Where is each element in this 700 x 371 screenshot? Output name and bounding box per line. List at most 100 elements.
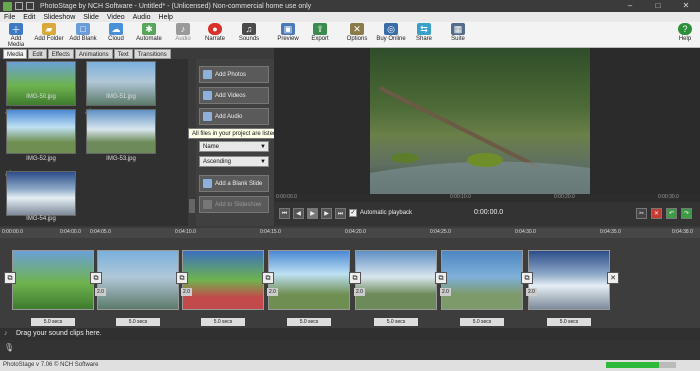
media-scrollbar[interactable] [188, 59, 196, 226]
crop-icon[interactable]: ✂ [636, 208, 647, 219]
timeline-slide[interactable] [97, 250, 179, 310]
add-blank-slide-button[interactable]: Add a Blank Slide [199, 175, 269, 192]
tab-media[interactable]: Media [3, 49, 28, 59]
export-button[interactable]: ⇪ Export [308, 23, 332, 47]
slide-duration[interactable]: 5.0 secs [547, 318, 591, 326]
menu-video[interactable]: Video [103, 14, 129, 21]
preview-button[interactable]: ▣ Preview [275, 23, 301, 47]
redo-icon[interactable]: ↷ [681, 208, 692, 219]
quick-save-icon[interactable] [15, 2, 23, 10]
timeline-slide[interactable] [441, 250, 523, 310]
menu-bar: File Edit Slideshow Slide Video Audio He… [0, 12, 700, 22]
tab-edit[interactable]: Edit [28, 49, 47, 59]
slide-duration[interactable]: 5.0 secs [287, 318, 331, 326]
close-button[interactable]: ✕ [676, 0, 696, 12]
narrate-button[interactable]: ● Narrate [202, 23, 228, 47]
minimize-button[interactable]: – [620, 0, 640, 12]
menu-help[interactable]: Help [155, 14, 177, 21]
cloud-button[interactable]: ☁ Cloud [104, 23, 128, 47]
toolbar: ＋ Add Media ▰ Add Folder □ Add Blank ☁ Cloud… [0, 22, 700, 48]
slide-duration[interactable]: 5.0 secs [31, 318, 75, 326]
add-folder-icon: ▰ [42, 23, 56, 35]
share-button[interactable]: ⇆ Share [413, 23, 435, 47]
transition-icon[interactable]: ⧉ [435, 272, 447, 284]
audio-button[interactable]: ♪ Audio [170, 23, 196, 47]
slide-duration[interactable]: 5.0 secs [460, 318, 504, 326]
media-caption: IMG-53.jpg [106, 156, 136, 162]
media-thumb-img-53[interactable] [86, 109, 156, 154]
menu-slide[interactable]: Slide [79, 14, 103, 21]
maximize-button[interactable]: □ [648, 0, 668, 12]
skip-end-icon[interactable]: ⏭ [335, 208, 346, 219]
transition-icon[interactable]: ⧉ [521, 272, 533, 284]
menu-file[interactable]: File [0, 14, 19, 21]
transition-icon[interactable]: ⧉ [349, 272, 361, 284]
help-icon: ? [678, 23, 692, 35]
add-folder-button[interactable]: ▰ Add Folder [33, 23, 65, 47]
sort-by-select[interactable]: Name ▼ [199, 141, 269, 152]
transition-icon[interactable]: ⧉ [4, 272, 16, 284]
timeline-slide[interactable] [182, 250, 264, 310]
help-button[interactable]: ? Help [674, 23, 696, 47]
automatic-playback-checkbox[interactable]: ✓ [349, 209, 357, 217]
buy-online-icon: ◎ [384, 23, 398, 35]
add-photos-icon [203, 70, 212, 79]
voice-track[interactable]: 🎙 [0, 340, 700, 360]
slide-duration[interactable]: 5.0 secs [116, 318, 160, 326]
automate-button[interactable]: ✱ Automate [133, 23, 165, 47]
delete-icon[interactable]: ✕ [651, 208, 662, 219]
play-icon[interactable]: ▶ [307, 208, 318, 219]
media-caption: IMG-51.jpg [106, 94, 136, 100]
add-to-slideshow-icon [203, 200, 212, 209]
panel-tabs: Media Edit Effects Animations Text Trans… [3, 49, 172, 59]
media-thumb-img-54[interactable] [6, 171, 76, 216]
suite-button[interactable]: ▦ Suite [447, 23, 469, 47]
media-thumb-img-52[interactable] [6, 109, 76, 154]
preview-image [370, 86, 590, 194]
timeline-track: ⧉ ⧉ 2.0 ⧉ 2.0 ⧉ 2.0 ⧉ 2.0 ⧉ 2.0 ⧉ 2.0 ✕ … [0, 238, 700, 328]
timeline-slide[interactable] [12, 250, 94, 310]
timeline-slide[interactable] [268, 250, 350, 310]
add-videos-button[interactable]: Add Videos [199, 87, 269, 104]
sort-order-select[interactable]: Ascending ▼ [199, 156, 269, 167]
transition-icon[interactable]: ⧉ [262, 272, 274, 284]
buy-online-button[interactable]: ◎ Buy Online [375, 23, 407, 47]
tab-transitions[interactable]: Transitions [133, 49, 171, 59]
transition-end-icon[interactable]: ✕ [607, 272, 619, 284]
app-logo-icon [3, 1, 12, 11]
step-forward-icon[interactable]: ▶ [321, 208, 332, 219]
slide-duration[interactable]: 5.0 secs [201, 318, 245, 326]
skip-start-icon[interactable]: ⏮ [279, 208, 290, 219]
step-back-icon[interactable]: ◀ [293, 208, 304, 219]
menu-audio[interactable]: Audio [129, 14, 155, 21]
menu-slideshow[interactable]: Slideshow [39, 14, 79, 21]
options-button[interactable]: ✕ Options [344, 23, 370, 47]
sounds-icon: ♫ [242, 23, 256, 35]
window-title: PhotoStage by NCH Software - Untitled* -… [40, 2, 312, 10]
slide-duration[interactable]: 5.0 secs [374, 318, 418, 326]
add-audio-button[interactable]: Add Audio [199, 108, 269, 125]
transition-icon[interactable]: ⧉ [90, 272, 102, 284]
tab-animations[interactable]: Animations [74, 49, 113, 59]
cloud-icon: ☁ [109, 23, 123, 35]
menu-edit[interactable]: Edit [19, 14, 39, 21]
quick-undo-icon[interactable] [26, 2, 34, 10]
sound-track[interactable]: ♪ Drag your sound clips here. [0, 328, 700, 340]
status-bar: PhotoStage v 7.06 © NCH Software [0, 360, 700, 371]
transition-duration: 2.0 [181, 288, 192, 296]
tab-text[interactable]: Text [113, 49, 133, 59]
sound-track-hint: Drag your sound clips here. [16, 330, 102, 337]
scrollbar-thumb[interactable] [189, 199, 195, 213]
add-media-button[interactable]: ＋ Add Media [2, 23, 30, 48]
add-to-slideshow-button[interactable]: Add to Slideshow [199, 196, 269, 213]
add-blank-button[interactable]: □ Add Blank [68, 23, 98, 47]
add-photos-button[interactable]: Add Photos [199, 66, 269, 83]
undo-icon[interactable]: ↶ [666, 208, 677, 219]
sounds-button[interactable]: ♫ Sounds [235, 23, 263, 47]
timeline-slide[interactable] [355, 250, 437, 310]
tab-effects[interactable]: Effects [47, 49, 74, 59]
audio-icon: ♪ [176, 23, 190, 35]
transition-icon[interactable]: ⧉ [176, 272, 188, 284]
timeline-slide[interactable] [528, 250, 610, 310]
export-icon: ⇪ [313, 23, 327, 35]
